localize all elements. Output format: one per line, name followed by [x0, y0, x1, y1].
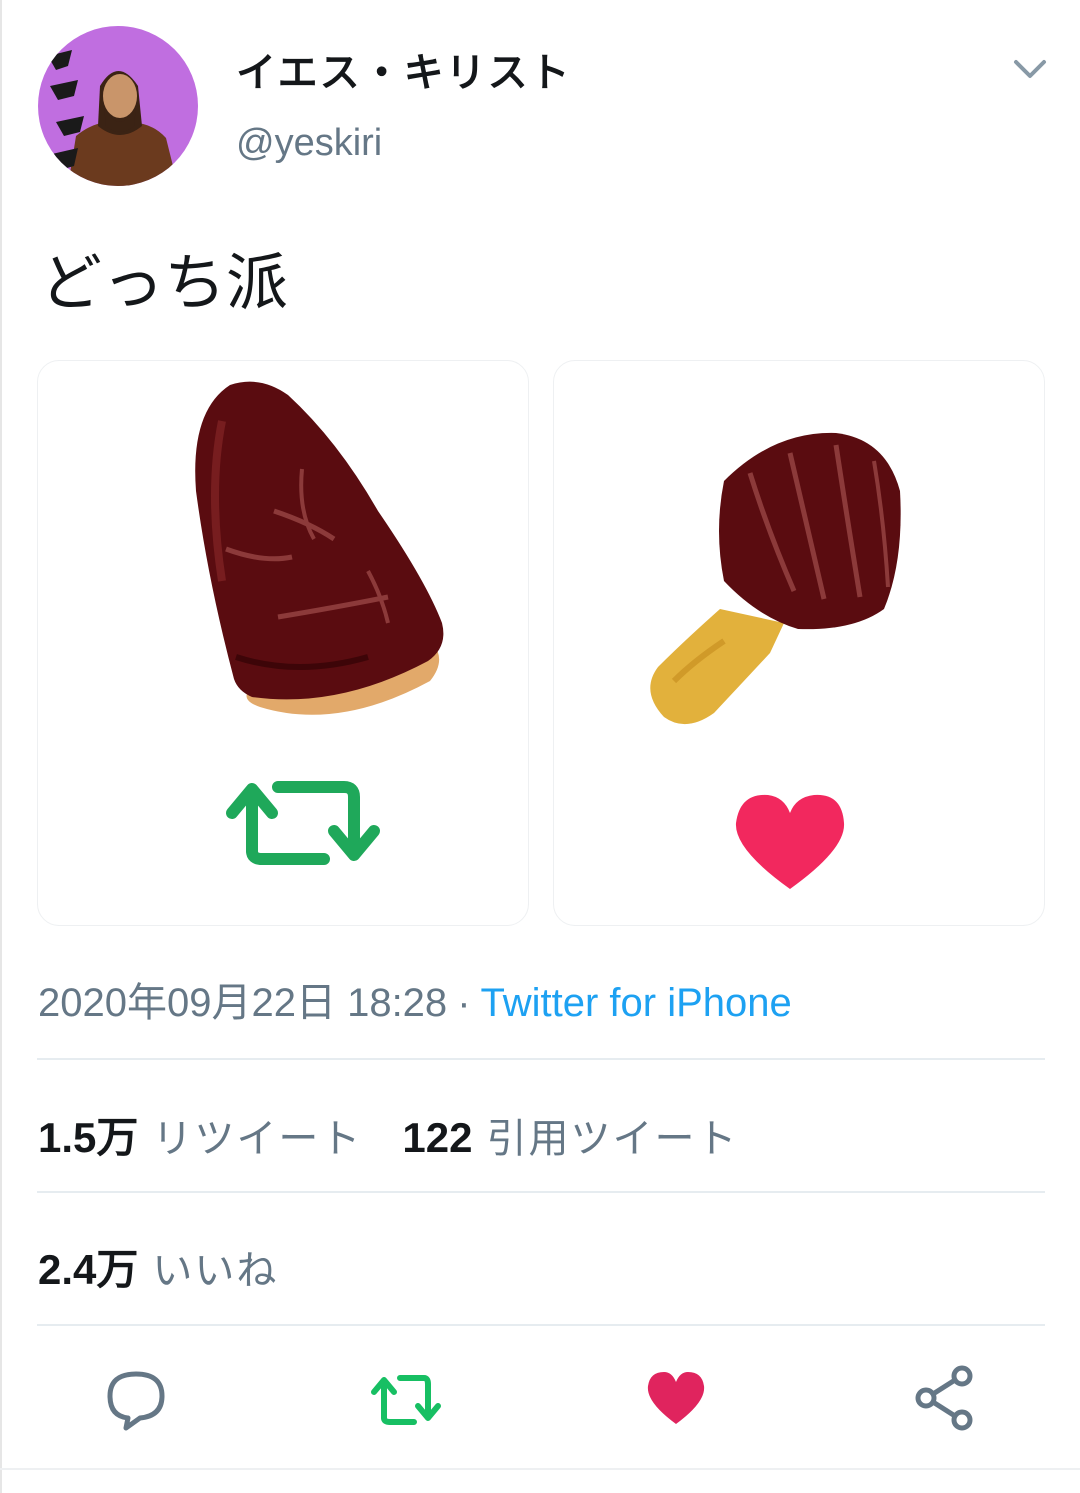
retweets-count: 1.5万 [38, 1114, 139, 1161]
retweets-stat[interactable]: 1.5万 リツイート [38, 1114, 363, 1162]
divider [37, 1324, 1045, 1326]
reply-icon[interactable] [100, 1362, 172, 1434]
screen-edge [0, 0, 2, 1493]
user-handle[interactable]: @yeskiri [236, 122, 382, 165]
bottom-divider [0, 1468, 1080, 1470]
avatar-image [38, 26, 198, 186]
quotes-stat[interactable]: 122 引用ツイート [402, 1114, 739, 1162]
retweet-stats-row: 1.5万 リツイート 122 引用ツイート [38, 1104, 738, 1165]
tweet-text: どっち派 [40, 246, 289, 319]
media-card-right[interactable] [553, 360, 1045, 926]
share-icon[interactable] [910, 1362, 982, 1434]
source-link[interactable]: Twitter for iPhone [481, 981, 792, 1025]
takenoko-chocolate-image [195, 381, 444, 715]
heart-icon [735, 794, 845, 889]
avatar[interactable] [38, 26, 198, 186]
like-icon[interactable] [640, 1362, 712, 1434]
likes-count: 2.4万 [38, 1246, 139, 1293]
retweet-icon [226, 781, 380, 865]
likes-stats-row[interactable]: 2.4万 いいね [38, 1236, 278, 1297]
retweet-icon[interactable] [370, 1362, 442, 1434]
divider [37, 1191, 1045, 1193]
quotes-count: 122 [402, 1114, 473, 1161]
likes-label: いいね [152, 1248, 279, 1294]
divider [37, 1058, 1045, 1060]
media-card-left[interactable] [37, 360, 529, 926]
retweets-label: リツイート [152, 1116, 363, 1162]
separator-dot: · [457, 981, 471, 1025]
timestamp-row: 2020年09月22日 18:28 · Twitter for iPhone [38, 970, 792, 1028]
tweet-timestamp[interactable]: 2020年09月22日 18:28 [38, 981, 447, 1025]
kinoko-chocolate-image [650, 432, 901, 725]
display-name[interactable]: イエス・キリスト [236, 40, 572, 98]
quotes-label: 引用ツイート [486, 1116, 739, 1162]
chevron-down-icon[interactable] [1008, 52, 1052, 88]
